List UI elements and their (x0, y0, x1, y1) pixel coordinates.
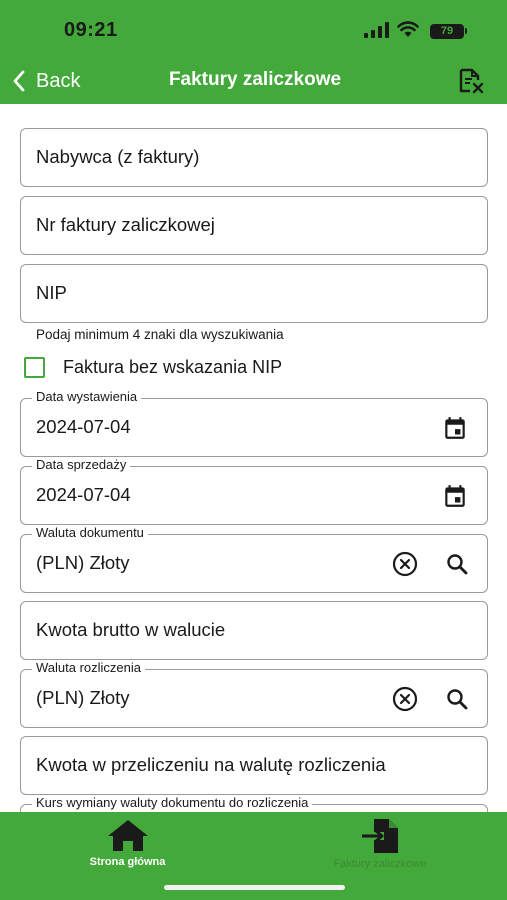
gross-amount-field[interactable]: Kwota brutto w walucie (20, 601, 488, 660)
buyer-placeholder: Nabywca (z faktury) (36, 146, 200, 167)
exchange-rate-field[interactable]: Kurs wymiany waluty dokumentu do rozlicz… (20, 795, 488, 812)
document-currency-value: (PLN) Złoty (36, 552, 130, 573)
invoice-number-field[interactable]: Nr faktury zaliczkowej (20, 196, 488, 255)
calendar-icon[interactable] (441, 414, 469, 442)
cellular-signal-icon (364, 22, 389, 38)
document-currency-field[interactable]: Waluta dokumentu (PLN) Złoty (20, 525, 488, 593)
nav-home[interactable]: Strona główna (60, 818, 195, 868)
clear-circle-icon[interactable] (391, 550, 419, 578)
wifi-icon (397, 21, 419, 37)
no-nip-label: Faktura bez wskazania NIP (63, 356, 283, 377)
no-nip-checkbox[interactable] (24, 356, 45, 378)
clear-circle-icon[interactable] (391, 685, 419, 713)
issue-date-value: 2024-07-04 (36, 416, 131, 437)
status-time: 09:21 (64, 19, 118, 41)
nip-hint: Podaj minimum 4 znaki dla wyszukiwania (36, 327, 284, 342)
settlement-currency-value: (PLN) Złoty (36, 687, 130, 708)
nav-home-label: Strona główna (89, 856, 166, 868)
search-icon[interactable] (443, 550, 471, 578)
document-import-icon (362, 819, 398, 853)
clear-document-icon[interactable] (457, 67, 485, 95)
issue-date-field[interactable]: Data wystawienia 2024-07-04 (20, 389, 488, 457)
search-icon[interactable] (443, 685, 471, 713)
home-icon (107, 820, 148, 851)
buyer-field[interactable]: Nabywca (z faktury) (20, 128, 488, 187)
nip-field[interactable]: NIP (20, 264, 488, 323)
app-header: 09:21 79 Back Faktury zaliczkowe (0, 0, 507, 104)
invoice-number-placeholder: Nr faktury zaliczkowej (36, 214, 215, 235)
back-button[interactable]: Back (12, 66, 80, 96)
battery-icon: 79 (430, 24, 464, 39)
back-label: Back (36, 69, 81, 92)
chevron-left-icon (13, 70, 25, 92)
nav-advance-invoices[interactable]: Faktury zaliczkowe (310, 818, 450, 870)
nav-advance-invoices-label: Faktury zaliczkowe (333, 858, 427, 870)
status-bar: 09:21 79 (0, 0, 507, 58)
advance-invoice-form: Nabywca (z faktury) Nr faktury zaliczkow… (0, 104, 507, 812)
gross-amount-placeholder: Kwota brutto w walucie (36, 619, 226, 640)
calendar-icon[interactable] (441, 482, 469, 510)
converted-amount-field[interactable]: Kwota w przeliczeniu na walutę rozliczen… (20, 736, 488, 795)
converted-amount-placeholder: Kwota w przeliczeniu na walutę rozliczen… (36, 754, 386, 775)
settlement-currency-field[interactable]: Waluta rozliczenia (PLN) Złoty (20, 660, 488, 728)
nip-placeholder: NIP (36, 282, 67, 303)
battery-cap (465, 28, 467, 34)
sale-date-field[interactable]: Data sprzedaży 2024-07-04 (20, 457, 488, 525)
exchange-rate-label: Kurs wymiany waluty dokumentu do rozlicz… (32, 795, 313, 811)
home-indicator (164, 885, 345, 890)
sale-date-value: 2024-07-04 (36, 484, 131, 505)
no-nip-checkbox-row[interactable]: Faktura bez wskazania NIP (24, 356, 282, 378)
page-title: Faktury zaliczkowe (168, 69, 342, 90)
